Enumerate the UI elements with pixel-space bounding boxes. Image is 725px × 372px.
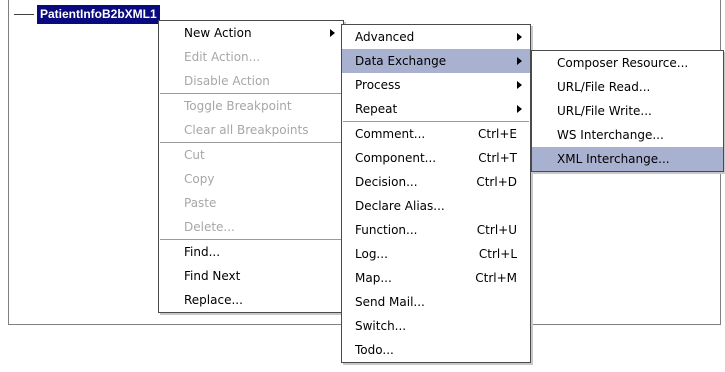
submenu-arrow-icon: [517, 81, 522, 89]
menu-item-log[interactable]: Log... Ctrl+L: [342, 242, 530, 266]
menu-item-url-file-write[interactable]: URL/File Write...: [532, 99, 723, 123]
context-menu: New Action Edit Action... Disable Action…: [158, 20, 344, 313]
menu-item-process[interactable]: Process: [342, 73, 530, 97]
menu-item-advanced[interactable]: Advanced: [342, 25, 530, 49]
menu-item-label: Comment...: [355, 127, 426, 141]
menu-item-function[interactable]: Function... Ctrl+U: [342, 218, 530, 242]
menu-item-todo[interactable]: Todo...: [342, 338, 530, 362]
menu-item-toggle-breakpoint[interactable]: Toggle Breakpoint: [159, 94, 343, 118]
submenu-arrow-icon: [330, 29, 335, 37]
data-exchange-submenu: Composer Resource... URL/File Read... UR…: [531, 50, 724, 172]
menu-item-switch[interactable]: Switch...: [342, 314, 530, 338]
menu-item-paste[interactable]: Paste: [159, 191, 343, 215]
menu-item-label: Log...: [355, 247, 388, 261]
menu-item-label: Map...: [355, 271, 392, 285]
menu-item-url-file-read[interactable]: URL/File Read...: [532, 75, 723, 99]
menu-item-decision[interactable]: Decision... Ctrl+D: [342, 170, 530, 194]
menu-item-replace[interactable]: Replace...: [159, 288, 343, 312]
menu-item-component[interactable]: Component... Ctrl+T: [342, 146, 530, 170]
submenu-arrow-icon: [517, 105, 522, 113]
shortcut-label: Ctrl+U: [476, 223, 517, 237]
menu-item-xml-interchange[interactable]: XML Interchange...: [532, 147, 723, 171]
menu-item-new-action[interactable]: New Action: [159, 21, 343, 45]
menu-item-label: Process: [355, 78, 401, 92]
menu-item-composer-resource[interactable]: Composer Resource...: [532, 51, 723, 75]
menu-item-declare-alias[interactable]: Declare Alias...: [342, 194, 530, 218]
menu-item-label: Advanced: [355, 30, 415, 44]
shortcut-label: Ctrl+E: [478, 127, 517, 141]
shortcut-label: Ctrl+D: [476, 175, 517, 189]
shortcut-label: Ctrl+M: [475, 271, 517, 285]
menu-item-comment[interactable]: Comment... Ctrl+E: [342, 122, 530, 146]
menu-item-label: Function...: [355, 223, 418, 237]
menu-item-repeat[interactable]: Repeat: [342, 97, 530, 121]
shortcut-label: Ctrl+T: [478, 151, 517, 165]
submenu-arrow-icon: [517, 57, 522, 65]
menu-item-find-next[interactable]: Find Next: [159, 264, 343, 288]
new-action-submenu: Advanced Data Exchange Process Repeat Co…: [341, 24, 531, 363]
menu-item-edit-action[interactable]: Edit Action...: [159, 45, 343, 69]
menu-item-ws-interchange[interactable]: WS Interchange...: [532, 123, 723, 147]
menu-item-label: New Action: [184, 26, 252, 40]
shortcut-label: Ctrl+L: [478, 247, 517, 261]
menu-item-map[interactable]: Map... Ctrl+M: [342, 266, 530, 290]
menu-item-label: Data Exchange: [355, 54, 447, 68]
menu-item-find[interactable]: Find...: [159, 240, 343, 264]
menu-item-disable-action[interactable]: Disable Action: [159, 69, 343, 93]
menu-item-copy[interactable]: Copy: [159, 167, 343, 191]
tree-connector-line: [14, 14, 34, 15]
menu-item-data-exchange[interactable]: Data Exchange: [342, 49, 530, 73]
submenu-arrow-icon: [517, 33, 522, 41]
menu-item-label: Repeat: [355, 102, 398, 116]
menu-item-send-mail[interactable]: Send Mail...: [342, 290, 530, 314]
menu-item-cut[interactable]: Cut: [159, 143, 343, 167]
menu-item-label: Decision...: [355, 175, 418, 189]
menu-item-delete[interactable]: Delete...: [159, 215, 343, 239]
menu-item-clear-all-breakpoints[interactable]: Clear all Breakpoints: [159, 118, 343, 142]
tree-root-node[interactable]: PatientInfoB2bXML1: [37, 5, 160, 24]
menu-item-label: Component...: [355, 151, 437, 165]
